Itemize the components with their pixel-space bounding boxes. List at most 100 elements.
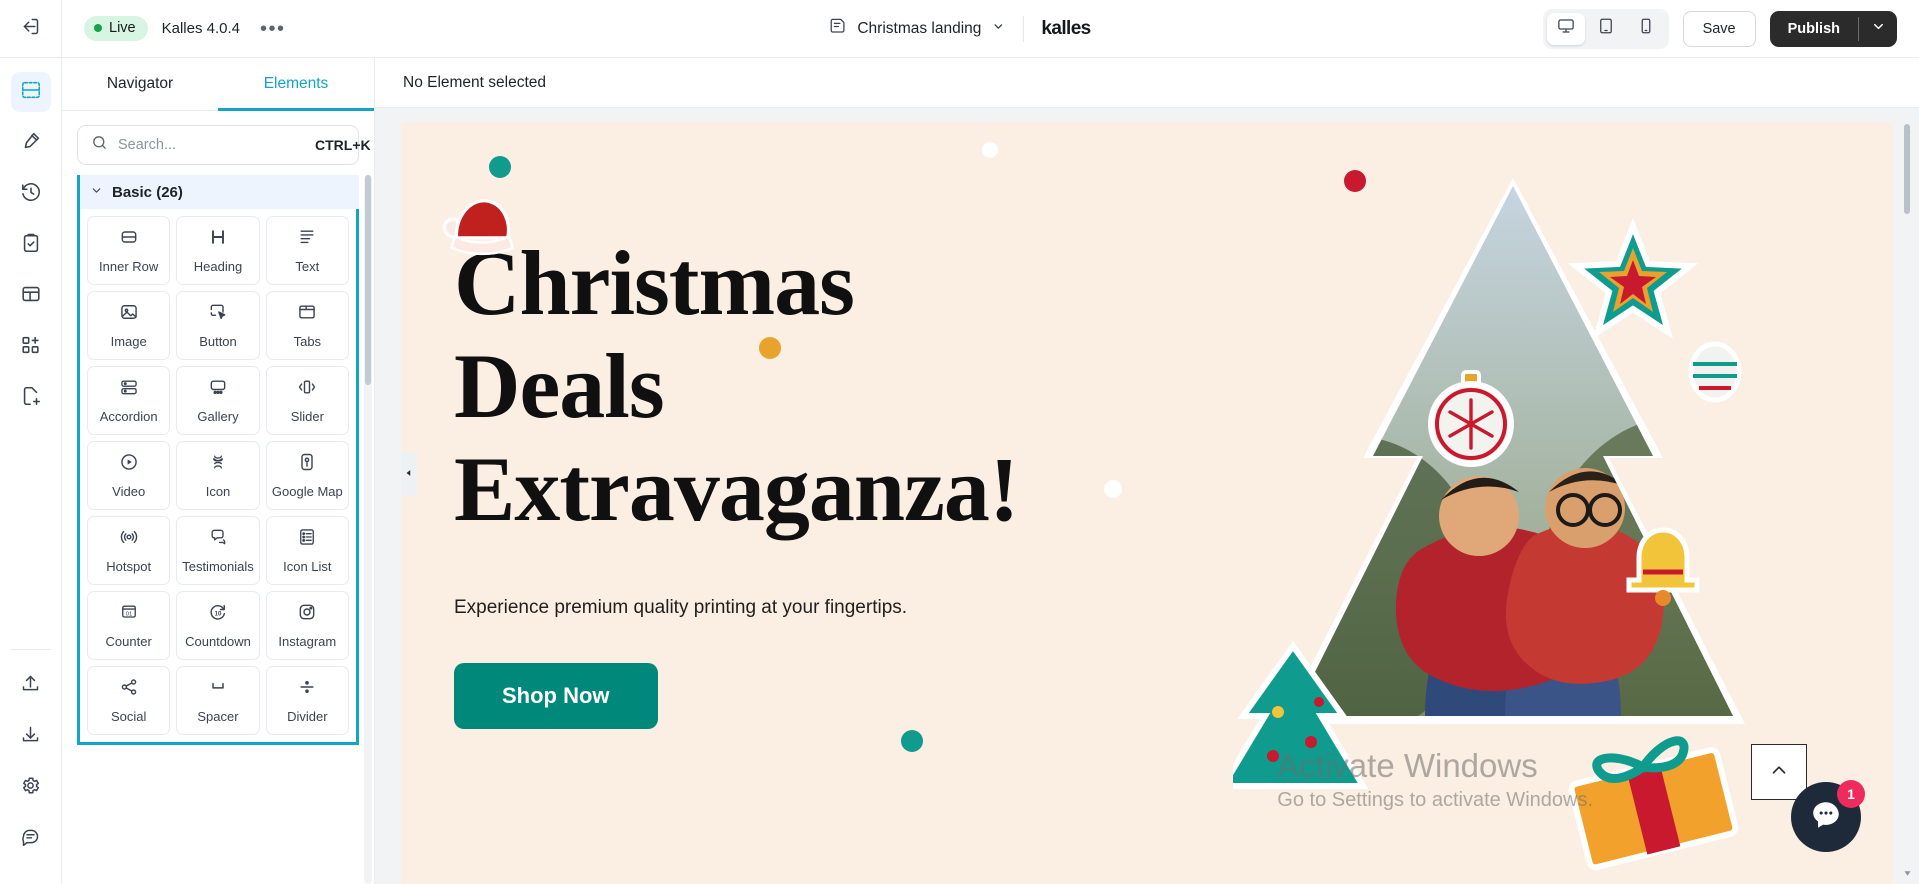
element-card-counter[interactable]: 01 Counter (87, 591, 171, 660)
save-button[interactable]: Save (1682, 10, 1756, 47)
tab-elements[interactable]: Elements (218, 58, 374, 111)
history-icon (20, 181, 42, 208)
element-card-gallery[interactable]: Gallery (176, 366, 260, 435)
element-card-image[interactable]: Image (87, 291, 171, 360)
element-card-icon[interactable]: Icon (176, 441, 260, 510)
canvas-scrollbar-thumb[interactable] (1904, 124, 1910, 214)
element-card-label: Counter (105, 634, 152, 649)
decor-dot-red (1344, 170, 1366, 192)
testimonials-icon (208, 527, 228, 552)
chat-unread-badge: 1 (1837, 780, 1865, 808)
gift-box-icon (1568, 736, 1739, 871)
element-card-label: Tabs (293, 334, 322, 349)
element-card-social[interactable]: Social (87, 666, 171, 735)
exit-button[interactable] (0, 0, 62, 57)
sidebar-item-sections[interactable] (10, 72, 51, 112)
element-card-label: Video (112, 484, 146, 499)
scrollbar-down-arrow[interactable] (1901, 866, 1913, 880)
panel-scrollbar-thumb[interactable] (365, 175, 371, 385)
sidebar-item-layout[interactable] (11, 276, 51, 316)
sidebar-item-tasks[interactable] (11, 225, 51, 265)
element-card-label: Heading (193, 259, 243, 274)
publish-button-group: Publish (1769, 10, 1897, 47)
element-card-divider[interactable]: Divider (265, 666, 349, 735)
video-icon (119, 452, 139, 477)
page-builder-app: Live Kalles 4.0.4 ••• Christmas landing (0, 0, 1919, 884)
sidebar-item-upload[interactable] (11, 666, 51, 706)
search-input[interactable] (118, 137, 305, 153)
chevron-left-icon (404, 465, 414, 483)
element-card-label: Icon List (283, 559, 332, 574)
theme-name: Kalles 4.0.4 (161, 20, 240, 37)
device-mobile-button[interactable] (1627, 13, 1665, 45)
chevron-up-icon (1768, 759, 1790, 786)
element-group-title: Basic (26) (112, 183, 183, 201)
element-card-countdown[interactable]: 10 Countdown (176, 591, 260, 660)
more-options-button[interactable]: ••• (254, 19, 292, 39)
search-box[interactable]: CTRL+K (77, 125, 371, 165)
page-preview-frame[interactable]: Christmas Deals Extravaganza! Experience… (401, 122, 1893, 884)
tab-navigator[interactable]: Navigator (62, 58, 218, 110)
santa-hat-icon (442, 199, 515, 256)
element-card-testimonials[interactable]: Testimonials (176, 516, 260, 585)
element-card-spacer[interactable]: Spacer (176, 666, 260, 735)
element-card-label: Inner Row (99, 259, 159, 274)
element-card-inner-row[interactable]: Inner Row (87, 216, 171, 285)
grid-plus-icon (20, 334, 42, 361)
panel-collapse-handle[interactable] (401, 452, 417, 496)
hero-line-3: Extravaganza! (454, 438, 1019, 541)
icon-icon (208, 452, 228, 477)
sidebar-item-add-block[interactable] (11, 327, 51, 367)
counter-icon: 01 (119, 602, 139, 627)
sidebar-item-design[interactable] (11, 123, 51, 163)
status-badge-label: Live (109, 20, 136, 36)
panel-tabs: Navigator Elements (62, 58, 374, 111)
element-card-accordion[interactable]: Accordion (87, 366, 171, 435)
sidebar-item-support-chat[interactable] (11, 819, 51, 859)
element-card-google-map[interactable]: Google Map (265, 441, 349, 510)
search-shortcut-hint: CTRL+K (315, 137, 371, 153)
publish-button[interactable]: Publish (1770, 11, 1858, 47)
publish-dropdown-button[interactable] (1859, 11, 1897, 47)
shop-now-button[interactable]: Shop Now (454, 663, 658, 730)
search-container: CTRL+K (62, 111, 374, 175)
element-card-heading[interactable]: Heading (176, 216, 260, 285)
page-selector[interactable]: Christmas landing (828, 17, 1004, 41)
element-card-icon-list[interactable]: Icon List (265, 516, 349, 585)
hero-line-2: Deals (454, 335, 665, 438)
canvas-scrollbar-track[interactable] (1904, 122, 1910, 884)
panel-scrollbar[interactable] (364, 175, 372, 884)
map-pin-icon (297, 452, 317, 477)
svg-text:10: 10 (215, 610, 222, 617)
christmas-tree-photo (1233, 178, 1745, 871)
sidebar-item-download[interactable] (11, 717, 51, 757)
chat-widget-button[interactable]: 1 (1791, 780, 1865, 852)
device-tablet-button[interactable] (1587, 13, 1625, 45)
live-dot-icon (94, 24, 102, 32)
element-card-tabs[interactable]: Tabs (265, 291, 349, 360)
element-card-slider[interactable]: Slider (265, 366, 349, 435)
mobile-icon (1637, 17, 1655, 40)
decor-dot-teal (489, 156, 511, 178)
sidebar-item-settings[interactable] (11, 768, 51, 808)
canvas-scrollbar[interactable] (1901, 122, 1913, 884)
inner-row-icon (119, 227, 139, 252)
top-bar: Live Kalles 4.0.4 ••• Christmas landing (0, 0, 1919, 58)
scroll-to-top-button[interactable] (1751, 744, 1807, 800)
sidebar-item-add-page[interactable] (11, 378, 51, 418)
canvas-column: No Element selected Christmas Deals Extr… (375, 58, 1919, 884)
tabs-icon (297, 302, 317, 327)
chevron-down-icon (991, 20, 1004, 38)
element-card-label: Testimonials (182, 559, 254, 574)
element-card-hotspot[interactable]: Hotspot (87, 516, 171, 585)
file-plus-icon (20, 385, 42, 412)
element-card-button[interactable]: Button (176, 291, 260, 360)
device-desktop-button[interactable] (1546, 12, 1585, 45)
element-group-basic-header[interactable]: Basic (26) (77, 175, 359, 209)
element-card-label: Gallery (197, 409, 239, 424)
element-card-text[interactable]: Text (265, 216, 349, 285)
element-card-video[interactable]: Video (87, 441, 171, 510)
gallery-icon (208, 377, 228, 402)
sidebar-item-history[interactable] (11, 174, 51, 214)
element-card-instagram[interactable]: Instagram (265, 591, 349, 660)
